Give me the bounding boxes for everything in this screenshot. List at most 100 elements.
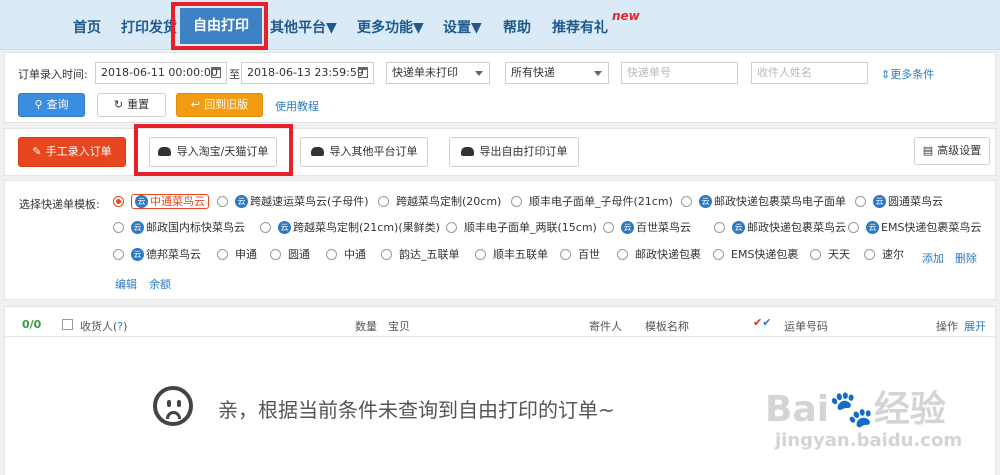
radio-button[interactable] — [713, 248, 724, 260]
query-button[interactable]: ⚲ 查询 — [18, 93, 85, 117]
radio-button[interactable] — [475, 248, 486, 260]
nav-settings[interactable]: 设置▼ — [443, 17, 482, 37]
template-option[interactable]: 顺丰电子面单_两联(15cm) — [446, 219, 597, 237]
template-option[interactable]: 韵达_五联单 — [381, 246, 460, 264]
template-option-label: 跨越速运菜鸟云(子母件) — [250, 195, 369, 208]
template-option[interactable]: 跨越菜鸟定制(20cm) — [378, 193, 501, 211]
express-select[interactable]: 所有快递 — [505, 62, 609, 84]
template-option[interactable]: 邮政快递包裹 — [617, 246, 701, 264]
radio-button[interactable] — [603, 221, 614, 233]
radio-button[interactable] — [848, 221, 859, 233]
template-option[interactable]: 圆通 — [270, 246, 310, 264]
template-option[interactable]: 云圆通菜鸟云 — [855, 193, 943, 211]
template-option[interactable]: 顺丰电子面单_子母件(21cm) — [511, 193, 673, 211]
radio-button[interactable] — [446, 221, 457, 233]
template-option-label: 中通 — [344, 248, 366, 261]
template-option-label: 顺丰电子面单_两联(15cm) — [464, 221, 597, 234]
template-option[interactable]: 百世 — [560, 246, 600, 264]
nav-help[interactable]: 帮助 — [503, 17, 531, 37]
paw-icon: 🐾 — [829, 389, 874, 430]
template-option[interactable]: 天天 — [810, 246, 850, 264]
template-option[interactable]: EMS快递包裹 — [713, 246, 798, 264]
template-label: 选择快递单模板: — [19, 198, 100, 211]
template-option[interactable]: 云百世菜鸟云 — [603, 219, 691, 237]
tutorial-link[interactable]: 使用教程 — [275, 98, 319, 114]
template-option[interactable]: 顺丰五联单 — [475, 246, 548, 264]
balance-link[interactable]: 余额 — [149, 276, 171, 292]
select-all-checkbox[interactable] — [62, 318, 73, 330]
radio-button[interactable] — [270, 248, 281, 260]
template-option[interactable]: 中通 — [326, 246, 366, 264]
reset-button[interactable]: ↻ 重置 — [97, 93, 166, 117]
cloud-download-icon — [460, 146, 474, 156]
template-option-label: 邮政国内标快菜鸟云 — [146, 221, 245, 234]
chevron-down-icon — [475, 71, 483, 76]
radio-button[interactable] — [217, 248, 228, 260]
template-option[interactable]: 云邮政快递包裹菜鸟云 — [714, 219, 846, 237]
nav-referral[interactable]: 推荐有礼 — [552, 17, 608, 37]
add-template-link[interactable]: 添加 — [922, 250, 944, 266]
nav-print-ship[interactable]: 打印发货 — [121, 17, 177, 37]
template-option[interactable]: 云德邦菜鸟云 — [113, 246, 201, 264]
import-taobao-button[interactable]: 导入淘宝/天猫订单 — [149, 137, 277, 167]
radio-button[interactable] — [217, 195, 228, 207]
radio-button[interactable] — [381, 248, 392, 260]
radio-button[interactable] — [113, 248, 124, 260]
template-option[interactable]: 云跨越菜鸟定制(21cm)(果鲜类) — [260, 219, 440, 237]
template-option[interactable]: 云跨越速运菜鸟云(子母件) — [217, 193, 369, 211]
time-label: 订单录入时间: — [18, 68, 88, 81]
select-all[interactable] — [62, 318, 73, 331]
radio-button[interactable] — [113, 221, 124, 233]
radio-button[interactable] — [855, 195, 866, 207]
waybill-input[interactable]: 快递单号 — [621, 62, 738, 84]
template-option-label: 圆通菜鸟云 — [888, 195, 943, 208]
template-option[interactable]: 云 EMS快递包裹菜鸟云 — [848, 219, 981, 237]
radio-button[interactable] — [113, 195, 124, 207]
calendar-icon — [358, 67, 368, 78]
nav-other-platforms[interactable]: 其他平台▼ — [270, 17, 337, 37]
import-other-platform-button[interactable]: 导入其他平台订单 — [300, 137, 428, 167]
filter-panel: 订单录入时间: 2018-06-11 00:00:00 至 2018-06-13… — [4, 52, 996, 123]
template-option[interactable]: 云中通菜鸟云 — [113, 193, 209, 211]
edit-template-link[interactable]: 编辑 — [115, 276, 137, 292]
radio-button[interactable] — [560, 248, 571, 260]
radio-button[interactable] — [714, 221, 725, 233]
radio-button[interactable] — [617, 248, 628, 260]
nav-more-functions[interactable]: 更多功能▼ — [357, 17, 424, 37]
nav-home[interactable]: 首页 — [73, 17, 101, 37]
manual-entry-button[interactable]: ✎ 手工录入订单 — [18, 137, 126, 167]
radio-button[interactable] — [260, 221, 271, 233]
export-orders-button[interactable]: 导出自由打印订单 — [449, 137, 579, 167]
more-conditions-link[interactable]: ⇕更多条件 — [881, 66, 934, 82]
radio-button[interactable] — [511, 195, 522, 207]
settings-icon: ▤ — [922, 144, 934, 157]
radio-button[interactable] — [681, 195, 692, 207]
template-option[interactable]: 速尔 — [864, 246, 904, 264]
radio-button[interactable] — [864, 248, 875, 260]
template-option-label: 速尔 — [882, 248, 904, 261]
template-option[interactable]: 云邮政快递包裹菜鸟电子面单 — [681, 193, 846, 211]
template-option-label: 韵达_五联单 — [399, 248, 460, 261]
template-option[interactable]: 申通 — [217, 246, 257, 264]
radio-button[interactable] — [326, 248, 337, 260]
start-time-field[interactable]: 2018-06-11 00:00:00 — [95, 62, 227, 84]
advanced-settings-button[interactable]: ▤ 高级设置 — [914, 137, 990, 165]
sad-face-icon — [153, 386, 193, 426]
cainiao-cloud-icon: 云 — [235, 194, 248, 208]
radio-button[interactable] — [810, 248, 821, 260]
end-time-field[interactable]: 2018-06-13 23:59:59 — [241, 62, 374, 84]
template-option[interactable]: 云邮政国内标快菜鸟云 — [113, 219, 245, 237]
nav-free-print[interactable]: 自由打印 — [180, 8, 262, 44]
radio-button[interactable] — [378, 195, 389, 207]
watermark-url: jingyan.baidu.com — [775, 430, 963, 451]
delete-template-link[interactable]: 删除 — [955, 250, 977, 266]
template-option-label: EMS快递包裹 — [731, 248, 799, 261]
receiver-input[interactable]: 收件人姓名 — [751, 62, 868, 84]
back-old-version-button[interactable]: ↩ 回到旧版 — [176, 93, 263, 117]
undo-icon: ↩ — [190, 98, 201, 111]
order-count: 0/0 — [22, 318, 42, 331]
status-select[interactable]: 快递单未打印 — [386, 62, 490, 84]
cainiao-cloud-icon: 云 — [131, 220, 144, 234]
expand-link[interactable]: 展开 — [964, 318, 986, 334]
cainiao-cloud-icon: 云 — [621, 220, 634, 234]
